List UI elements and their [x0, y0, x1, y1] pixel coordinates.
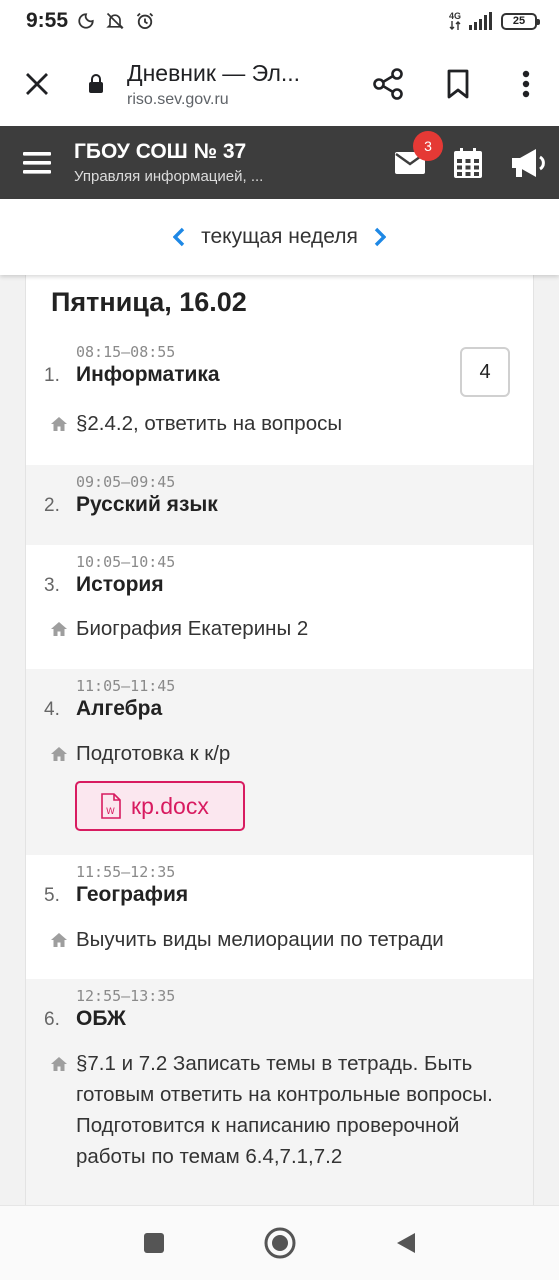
lesson-number: 4.	[44, 699, 60, 720]
lesson-homework: §2.4.2, ответить на вопросы	[76, 412, 343, 435]
hamburger-icon	[23, 151, 51, 174]
lesson-subject: Русский язык	[76, 493, 218, 516]
next-week-button[interactable]	[370, 222, 390, 252]
svg-text:W: W	[106, 807, 115, 817]
close-tab-button[interactable]	[0, 42, 74, 126]
day-title: Пятница, 16.02	[51, 287, 247, 317]
prev-week-button[interactable]	[169, 222, 189, 252]
share-icon	[373, 68, 403, 100]
site-info-button[interactable]	[74, 74, 118, 94]
network-type: 4G	[448, 11, 461, 21]
week-label: текущая неделя	[201, 225, 358, 248]
lesson-time: 11:55–12:35	[76, 863, 176, 881]
lesson-row[interactable]: 10:05–10:45 3. История Биография Екатери…	[26, 545, 533, 669]
home-icon	[51, 622, 67, 636]
chevron-right-icon	[374, 227, 386, 247]
chevron-left-icon	[173, 227, 185, 247]
alarm-icon	[136, 12, 154, 30]
word-file-icon: W	[101, 793, 121, 819]
calendar-button[interactable]	[439, 126, 497, 199]
lesson-time: 09:05–09:45	[76, 473, 176, 491]
lesson-time: 12:55–13:35	[76, 987, 176, 1005]
lesson-number: 3.	[44, 575, 60, 596]
attachment-name: кр.docx	[131, 792, 209, 819]
lesson-row[interactable]: 11:55–12:35 5. География Выучить виды ме…	[26, 855, 533, 979]
school-info: ГБОУ СОШ № 37 Управляя информацией, ...	[74, 140, 381, 185]
lesson-homework: Биография Екатерины 2	[76, 617, 309, 640]
lesson-time: 10:05–10:45	[76, 553, 176, 571]
system-navigation-bar	[0, 1205, 559, 1280]
share-button[interactable]	[353, 42, 423, 126]
lesson-subject: География	[76, 883, 189, 906]
grade-value: 4	[479, 360, 491, 383]
lesson-subject: Информатика	[76, 363, 220, 386]
status-bar: 9:55 4G 25	[0, 0, 559, 42]
square-icon	[143, 1233, 164, 1253]
moon-icon	[78, 13, 94, 29]
back-triangle-icon	[396, 1233, 415, 1253]
back-button[interactable]	[343, 1206, 469, 1280]
lesson-number: 5.	[44, 885, 60, 906]
lesson-row[interactable]: 11:05–11:45 4. Алгебра Подготовка к к/р …	[26, 669, 533, 855]
battery-icon: 25	[501, 12, 540, 30]
browser-toolbar: Дневник — Эл... riso.sev.gov.ru	[0, 42, 559, 126]
lesson-row[interactable]: 09:05–09:45 2. Русский язык	[26, 465, 533, 545]
megaphone-icon	[512, 148, 545, 177]
calendar-icon	[454, 147, 482, 178]
home-icon	[51, 417, 67, 431]
lesson-number: 6.	[44, 1009, 60, 1030]
data-arrows-icon	[449, 21, 461, 30]
lesson-number: 2.	[44, 495, 60, 516]
lesson-row[interactable]: 12:55–13:35 6. ОБЖ §7.1 и 7.2 Записать т…	[26, 979, 533, 1205]
app-header: ГБОУ СОШ № 37 Управляя информацией, ... …	[0, 126, 559, 199]
lesson-subject: Алгебра	[76, 697, 163, 720]
menu-button[interactable]	[0, 126, 74, 199]
home-icon	[51, 1057, 67, 1071]
bookmark-button[interactable]	[423, 42, 493, 126]
mute-bell-icon	[106, 12, 124, 30]
home-icon	[51, 747, 67, 761]
more-menu-button[interactable]	[493, 42, 559, 126]
battery-level: 25	[512, 15, 526, 27]
lesson-subject: История	[76, 573, 164, 596]
messages-button[interactable]: 3	[381, 126, 443, 199]
page-title: Дневник — Эл...	[127, 59, 301, 86]
signal-icon	[469, 12, 492, 30]
page-url: riso.sev.gov.ru	[127, 90, 229, 108]
school-subtitle: Управляя информацией, ...	[74, 168, 264, 185]
day-card: Пятница, 16.02 08:15–08:55 1. Информатик…	[25, 275, 534, 1205]
more-vert-icon	[522, 70, 530, 98]
lesson-homework: §7.1 и 7.2 Записать темы в тетрадь. Быть…	[76, 1052, 493, 1168]
week-navigation: текущая неделя	[0, 199, 559, 275]
recents-button[interactable]	[91, 1206, 217, 1280]
school-name: ГБОУ СОШ № 37	[74, 140, 247, 163]
lesson-number: 1.	[44, 365, 60, 386]
lock-icon	[89, 74, 103, 93]
grade-badge[interactable]: 4	[460, 347, 510, 397]
status-time: 9:55	[26, 9, 69, 32]
attachment-button[interactable]: W кр.docx	[75, 781, 245, 831]
lesson-homework: Подготовка к к/р	[76, 742, 231, 765]
home-circle-icon	[264, 1227, 295, 1259]
announcements-button[interactable]	[497, 126, 559, 199]
lesson-homework: Выучить виды мелиорации по тетради	[76, 928, 444, 951]
address-bar[interactable]: Дневник — Эл... riso.sev.gov.ru	[118, 60, 353, 109]
lesson-time: 08:15–08:55	[76, 343, 176, 361]
home-button[interactable]	[217, 1206, 343, 1280]
home-icon	[51, 933, 67, 947]
lesson-time: 11:05–11:45	[76, 677, 176, 695]
close-icon	[26, 73, 48, 95]
bookmark-icon	[447, 69, 469, 99]
lesson-subject: ОБЖ	[76, 1007, 126, 1030]
lesson-row[interactable]: 08:15–08:55 1. Информатика 4 §2.4.2, отв…	[26, 341, 533, 465]
